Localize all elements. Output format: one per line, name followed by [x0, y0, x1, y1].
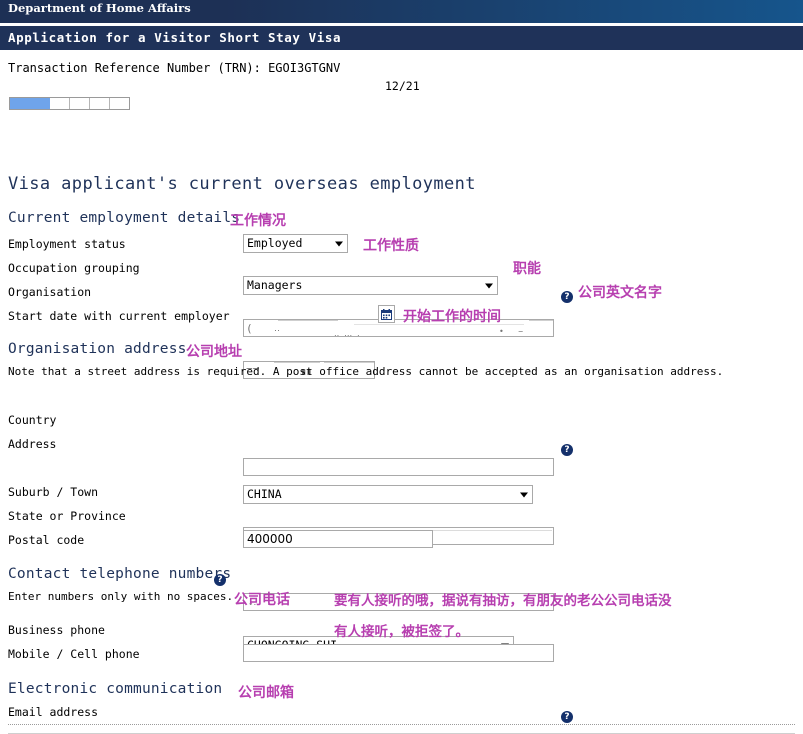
label-suburb-town: Suburb / Town — [8, 485, 99, 499]
label-mobile-phone: Mobile / Cell phone — [8, 647, 140, 661]
select-employment-status[interactable]: Employed — [243, 234, 348, 253]
select-country-value: CHINA — [247, 487, 282, 501]
chevron-down-icon — [520, 492, 528, 497]
heading-electronic-communication: Electronic communication — [8, 681, 223, 697]
help-icon-contact[interactable]: ? — [214, 567, 226, 586]
form-page: Transaction Reference Number (TRN): EGOI… — [0, 50, 803, 734]
footer-separator — [8, 724, 795, 725]
label-country: Country — [8, 413, 57, 427]
department-name: Department of Home Affairs — [8, 1, 191, 15]
question-mark-icon: ? — [561, 444, 573, 456]
question-mark-icon: ? — [561, 291, 573, 303]
annotation-employment-status: 工作性质 — [363, 238, 419, 254]
label-business-phone: Business phone — [8, 623, 105, 637]
heading-current-employment: Current employment details — [8, 210, 241, 226]
input-mobile-phone[interactable] — [243, 644, 554, 662]
annotation-occupation-grouping: 职能 — [513, 261, 541, 277]
help-icon-email[interactable]: ? — [561, 704, 573, 723]
label-state-province: State or Province — [8, 509, 126, 523]
label-address: Address — [8, 437, 57, 451]
label-email-address: Email address — [8, 705, 99, 719]
progress-segment — [30, 98, 50, 109]
page-title: Application for a Visitor Short Stay Vis… — [8, 30, 342, 45]
label-employment-status: Employment status — [8, 237, 126, 251]
annotation-organisation: 公司英文名字 — [578, 285, 662, 301]
input-postal-code-value: 400000 — [247, 532, 293, 546]
progress-segment — [110, 98, 129, 109]
progress-segment — [50, 98, 70, 109]
help-icon-address[interactable]: ? — [561, 437, 573, 456]
page-indicator: 12/21 — [385, 79, 420, 93]
input-address-line2[interactable] — [243, 458, 554, 476]
note-numbers-only: Enter numbers only with no spaces. — [8, 590, 234, 603]
application-title-bar: Application for a Visitor Short Stay Vis… — [0, 26, 803, 50]
progress-segment — [70, 98, 90, 109]
select-occupation-grouping[interactable]: Managers — [243, 276, 498, 295]
input-postal-code[interactable]: 400000 — [243, 530, 433, 548]
note-street-address: Note that a street address is required. … — [8, 365, 724, 378]
annotation-start-date: 开始工作的时间 — [403, 309, 501, 325]
chevron-down-icon — [335, 241, 343, 246]
transaction-reference-number: Transaction Reference Number (TRN): EGOI… — [8, 61, 341, 75]
calendar-icon — [381, 308, 392, 320]
label-organisation: Organisation — [8, 285, 92, 299]
select-country[interactable]: CHINA — [243, 485, 533, 504]
select-employment-status-value: Employed — [247, 236, 303, 250]
question-mark-icon: ? — [561, 711, 573, 723]
heading-organisation-address: Organisation address — [8, 341, 187, 357]
label-postal-code: Postal code — [8, 533, 85, 547]
select-occupation-grouping-value: Managers — [247, 278, 303, 292]
annotation-phone-advice-line2: 有人接听，被拒签了。 — [334, 624, 469, 640]
annotation-employment: 工作情况 — [230, 213, 286, 229]
label-start-date: Start date with current employer — [8, 309, 230, 323]
section-heading-main: Visa applicant's current overseas employ… — [8, 174, 476, 194]
progress-bar — [9, 97, 130, 110]
annotation-organisation-address: 公司地址 — [186, 344, 242, 360]
annotation-contact-phone: 公司电话 — [234, 592, 290, 608]
calendar-picker-button[interactable] — [378, 305, 395, 323]
question-mark-icon: ? — [214, 574, 226, 586]
heading-contact-telephone: Contact telephone numbers — [8, 566, 232, 582]
input-organisation[interactable]: ( ․․ ․․ ․․․ ․ • − — [243, 319, 554, 337]
annotation-phone-advice-line1: 要有人接听的哦，据说有抽访，有朋友的老公公司电话没 — [334, 593, 672, 609]
annotation-email: 公司邮箱 — [238, 685, 294, 701]
help-icon-organisation[interactable]: ? — [561, 284, 573, 303]
chevron-down-icon — [485, 283, 493, 288]
brand-header: Department of Home Affairs — [0, 0, 803, 23]
progress-segment — [90, 98, 110, 109]
progress-segment — [10, 98, 30, 109]
label-occupation-grouping: Occupation grouping — [8, 261, 140, 275]
